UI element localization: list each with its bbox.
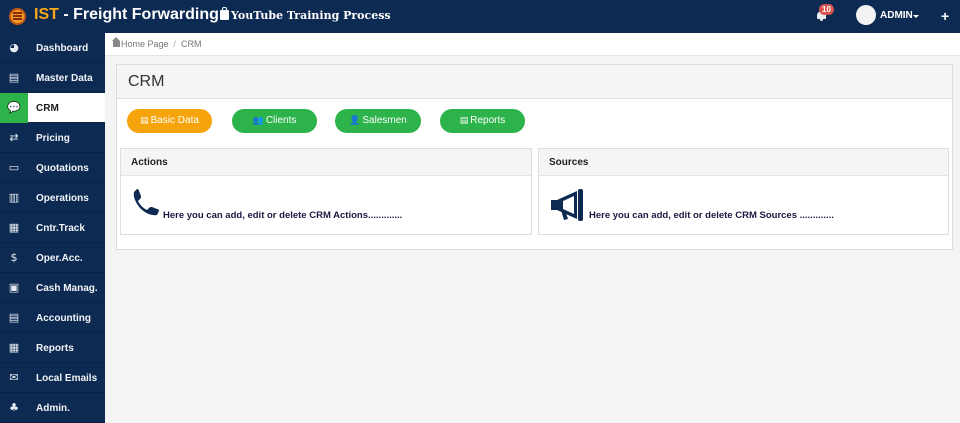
- chat-icon: 💬: [7, 101, 21, 114]
- dollar-icon: $: [10, 251, 18, 264]
- sidebar-item-label: Pricing: [36, 133, 70, 144]
- sources-card[interactable]: Sources: [538, 148, 949, 235]
- breadcrumb-separator: /: [173, 39, 177, 49]
- sidebar-item-label: Cntr.Track: [36, 223, 85, 234]
- card-title: Sources: [549, 157, 589, 168]
- sidebar-item-label: CRM: [36, 103, 59, 114]
- shuffle-icon: ⇄: [9, 131, 19, 144]
- breadcrumb-home-link[interactable]: Home Page: [121, 39, 169, 49]
- sidebar-item-crm[interactable]: 💬 CRM: [0, 93, 105, 123]
- logo-icon: [9, 8, 26, 25]
- sidebar-item-reports[interactable]: ▦ Reports: [0, 333, 105, 363]
- sidebar: ◕ Dashboard ▤ Master Data 💬 CRM ⇄ Pricin…: [0, 33, 105, 423]
- top-navbar: IST - Freight Forwarding - YouTube Train…: [0, 0, 960, 33]
- button-label: Clients: [265, 115, 297, 126]
- salesmen-button[interactable]: 👤 Salesmen: [335, 109, 421, 133]
- megaphone-icon[interactable]: [549, 188, 587, 222]
- user-menu-label[interactable]: ADMIN: [880, 10, 913, 21]
- sidebar-item-label: Dashboard: [36, 43, 89, 54]
- table-icon: ▤: [459, 116, 469, 126]
- sidebar-item-cntr-track[interactable]: ▦ Cntr.Track: [0, 213, 105, 243]
- sidebar-item-accounting[interactable]: ▤ Accounting: [0, 303, 105, 333]
- add-button[interactable]: +: [941, 9, 949, 23]
- users-icon: 👥: [252, 116, 264, 126]
- sidebar-item-dashboard[interactable]: ◕ Dashboard: [0, 33, 105, 63]
- male-icon: 👤: [349, 116, 361, 126]
- sidebar-item-oper-acc[interactable]: $ Oper.Acc.: [0, 243, 105, 273]
- ledger-icon: ▤: [8, 311, 20, 324]
- table-icon: ▤: [8, 71, 20, 84]
- sidebar-item-local-emails[interactable]: ✉ Local Emails: [0, 363, 105, 393]
- app-title[interactable]: IST - Freight Forwarding -: [34, 6, 229, 24]
- card-header: Actions: [121, 149, 531, 176]
- table-icon: ▤: [140, 116, 149, 126]
- sidebar-item-label: Quotations: [36, 163, 89, 174]
- basic-data-button[interactable]: ▤ Basic Data: [127, 109, 212, 133]
- card-title: Actions: [131, 157, 168, 168]
- report-table-icon: ▦: [8, 341, 20, 354]
- sidebar-item-label: Local Emails: [36, 373, 98, 384]
- sidebar-item-quotations[interactable]: ▭ Quotations: [0, 153, 105, 183]
- actions-card[interactable]: Actions: [120, 148, 532, 235]
- sidebar-item-label: Cash Manag.: [36, 283, 98, 294]
- clients-button[interactable]: 👥 Clients: [232, 109, 317, 133]
- sitemap-icon: ♣: [9, 401, 19, 414]
- dashboard-icon: ◕: [9, 41, 19, 54]
- training-label: YouTube Training Process: [231, 9, 391, 22]
- breadcrumb-current: CRM: [181, 39, 202, 49]
- sources-description[interactable]: Here you can add, edit or delete CRM Sou…: [589, 210, 834, 221]
- caret-down-icon[interactable]: [913, 15, 919, 18]
- sidebar-item-label: Admin.: [36, 403, 70, 414]
- actions-description[interactable]: Here you can add, edit or delete CRM Act…: [163, 210, 402, 221]
- reports-button[interactable]: ▤ Reports: [440, 109, 525, 133]
- desktop-icon: ▭: [8, 161, 20, 174]
- home-icon: [112, 37, 120, 47]
- page-title: CRM: [128, 73, 165, 90]
- brand-name: IST: [34, 6, 59, 23]
- breadcrumb: Home Page / CRM: [105, 33, 960, 56]
- app-subtitle: - Freight Forwarding -: [58, 6, 229, 23]
- sidebar-item-admin[interactable]: ♣ Admin.: [0, 393, 105, 423]
- sidebar-item-pricing[interactable]: ⇄ Pricing: [0, 123, 105, 153]
- sidebar-item-label: Master Data: [36, 73, 93, 84]
- keyboard-icon: ▥: [8, 191, 20, 204]
- training-link[interactable]: YouTube Training Process: [220, 7, 391, 22]
- container-icon: ▦: [8, 221, 20, 234]
- notification-count-badge: 10: [819, 4, 834, 15]
- button-label: Reports: [470, 115, 506, 126]
- phone-icon[interactable]: [131, 188, 161, 218]
- money-icon: ▣: [8, 281, 20, 294]
- envelope-icon: ✉: [9, 371, 19, 384]
- sidebar-item-label: Oper.Acc.: [36, 253, 83, 264]
- briefcase-icon: [220, 7, 229, 20]
- sidebar-item-master-data[interactable]: ▤ Master Data: [0, 63, 105, 93]
- card-header: Sources: [539, 149, 948, 176]
- button-label: Basic Data: [150, 115, 199, 126]
- sidebar-item-label: Reports: [36, 343, 74, 354]
- sidebar-item-label: Accounting: [36, 313, 91, 324]
- sidebar-item-operations[interactable]: ▥ Operations: [0, 183, 105, 213]
- user-avatar[interactable]: [856, 5, 876, 25]
- sidebar-item-label: Operations: [36, 193, 89, 204]
- button-label: Salesmen: [362, 115, 407, 126]
- panel-header: CRM: [117, 65, 952, 99]
- sidebar-item-cash-manag[interactable]: ▣ Cash Manag.: [0, 273, 105, 303]
